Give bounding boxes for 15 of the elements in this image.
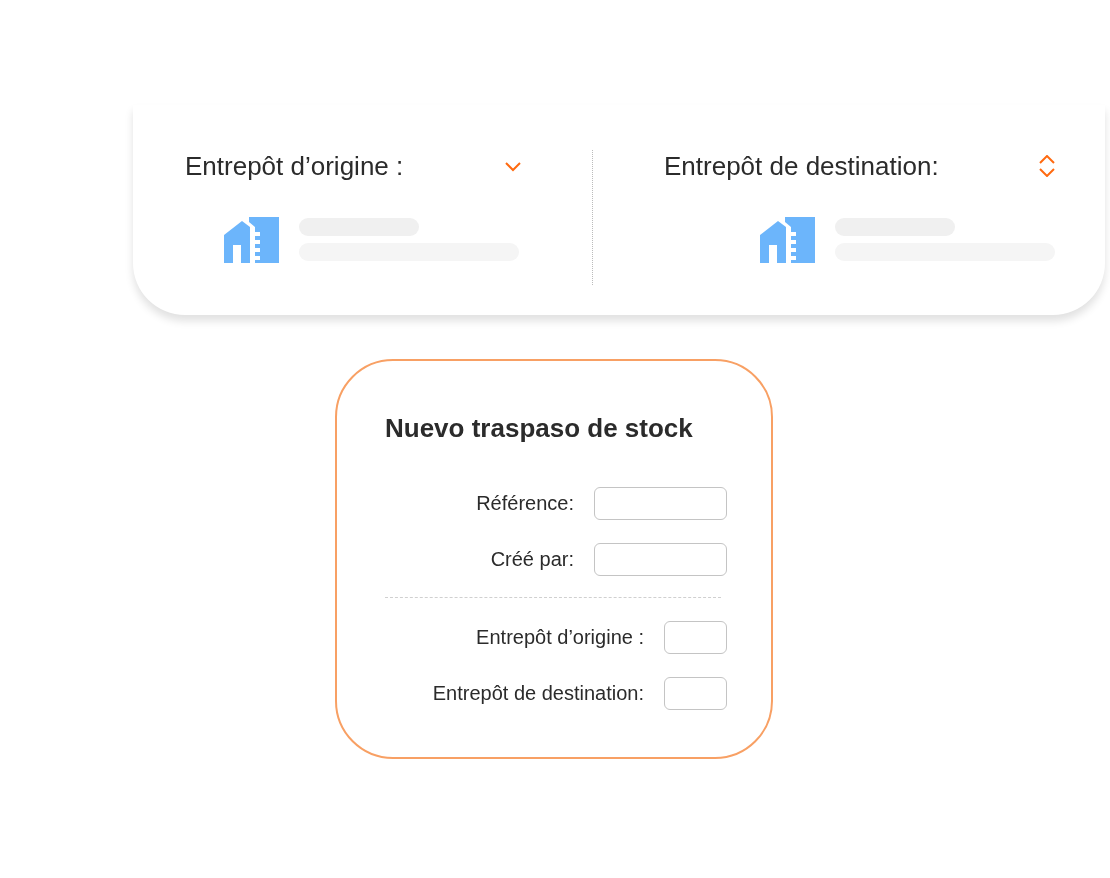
field-label: Créé par: xyxy=(489,548,574,571)
field-label: Entrepôt de destination: xyxy=(431,682,644,705)
input-field[interactable] xyxy=(664,621,727,654)
field-label: Référence: xyxy=(475,492,574,515)
warehouse-icon xyxy=(224,217,279,263)
input-field[interactable] xyxy=(594,487,727,520)
chevron-down-icon[interactable] xyxy=(504,160,522,172)
warehouse-icon xyxy=(760,217,815,263)
warehouse-label: Entrepôt de destination: xyxy=(664,150,939,182)
form-title: Nuevo traspaso de stock xyxy=(385,412,694,444)
input-field[interactable] xyxy=(664,677,727,710)
warehouse-label: Entrepôt d’origine : xyxy=(185,150,404,182)
input-field[interactable] xyxy=(594,543,727,576)
chevron-up-down-icon[interactable] xyxy=(1038,155,1056,177)
field-label: Entrepôt d’origine : xyxy=(475,626,644,649)
